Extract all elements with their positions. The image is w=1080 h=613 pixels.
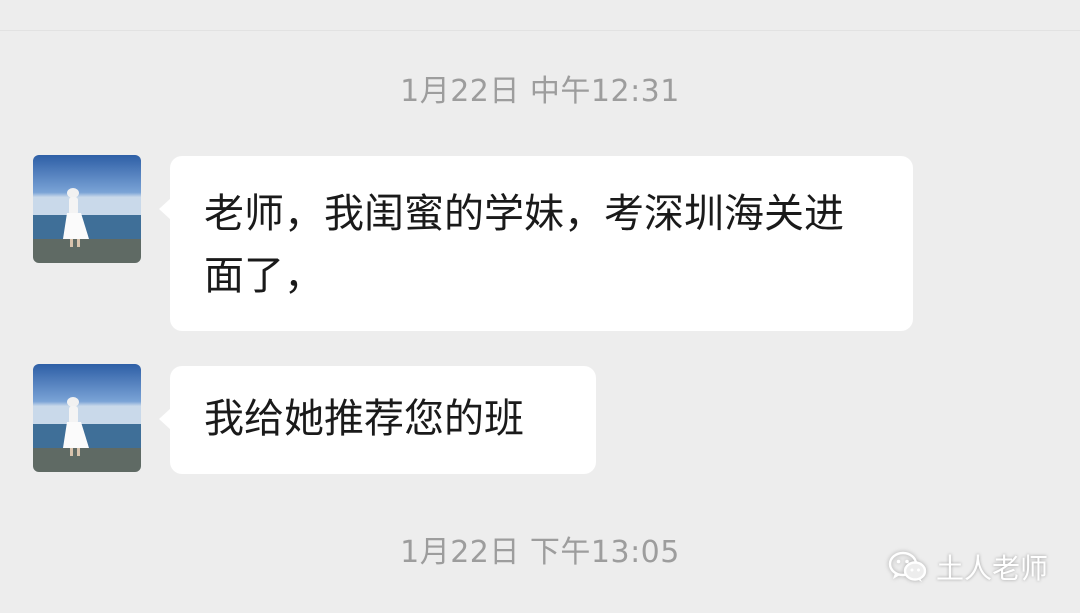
watermark: 土人老师 — [888, 544, 1048, 590]
message-text: 我给她推荐您的班 — [204, 396, 524, 442]
message-bubble[interactable]: 我给她推荐您的班 — [159, 366, 596, 474]
avatar[interactable] — [33, 155, 141, 263]
avatar[interactable] — [33, 364, 141, 472]
avatar-photo — [33, 155, 141, 263]
watermark-text: 土人老师 — [935, 552, 1048, 585]
timestamp: 1月22日 中午12:31 — [400, 74, 680, 109]
avatar-photo — [33, 364, 141, 472]
message-text: 老师，我闺蜜的学妹，考深圳海关进面了， — [204, 191, 844, 299]
header-divider — [0, 30, 1080, 31]
message-bubble[interactable]: 老师，我闺蜜的学妹，考深圳海关进面了， — [159, 156, 913, 331]
wechat-icon — [888, 551, 927, 582]
